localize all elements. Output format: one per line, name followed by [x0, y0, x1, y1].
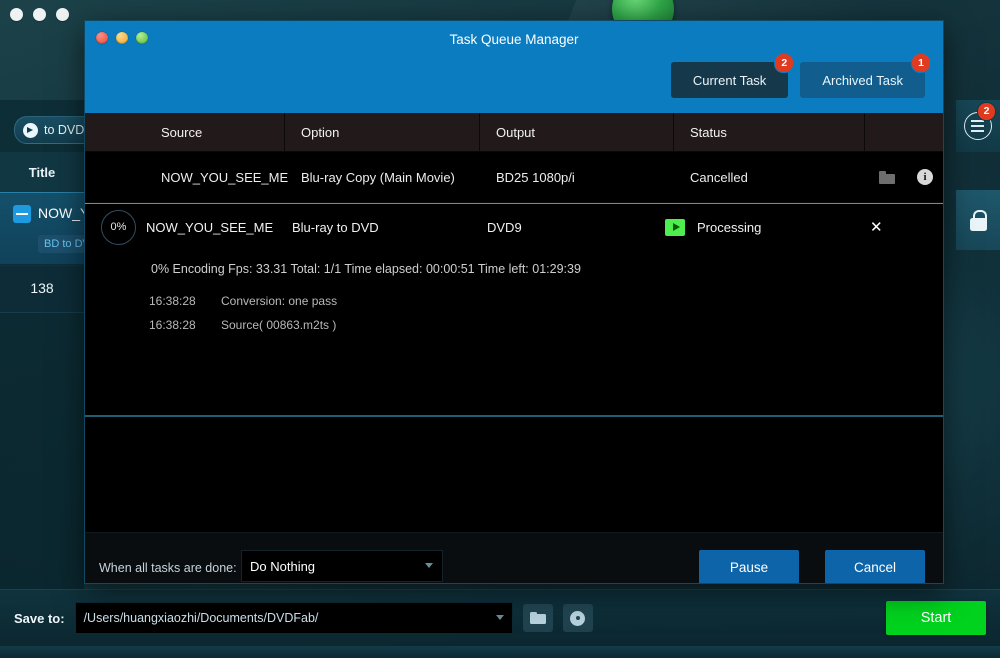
tab-current-task-label: Current Task	[692, 72, 767, 88]
burn-disc-button[interactable]	[562, 604, 593, 632]
title-list-item[interactable]: NOW_Y BD to DV	[0, 192, 96, 266]
cancel-task-icon[interactable]: ✕	[870, 218, 883, 236]
chevron-down-icon	[495, 615, 504, 620]
tab-current-task[interactable]: Current Task 2	[670, 53, 795, 98]
title-list-item-name: NOW_Y	[38, 205, 90, 221]
row-source: NOW_YOU_SEE_ME	[161, 169, 289, 185]
row-status: Cancelled	[690, 169, 748, 185]
save-to-label: Save to:	[14, 610, 65, 626]
row-status: Processing	[697, 219, 762, 235]
save-to-bar: Save to: /Users/huangxiaozhi/Documents/D…	[0, 589, 1000, 646]
row-option: Blu-ray Copy (Main Movie)	[301, 169, 455, 185]
row-output: DVD9	[487, 219, 522, 235]
right-tool-rail: 2	[956, 100, 1000, 600]
log-divider	[85, 415, 943, 416]
dialog-footer: When all tasks are done: Do Nothing Paus…	[85, 532, 943, 583]
progress-ring-value: 0%	[110, 221, 127, 233]
column-header-source[interactable]: Source	[145, 113, 285, 151]
queue-rail-badge: 2	[977, 102, 996, 121]
play-icon[interactable]	[665, 218, 685, 236]
tab-archived-task[interactable]: Archived Task 1	[800, 53, 931, 98]
title-column-header: Title	[0, 152, 84, 193]
log-entry-message: Source( 00863.m2ts )	[221, 318, 337, 332]
dialog-titlebar: Task Queue Manager Current Task 2 Archiv…	[85, 21, 943, 113]
background-window-controls	[10, 8, 69, 21]
browse-folder-button[interactable]	[522, 604, 553, 632]
start-button[interactable]: Start	[886, 601, 986, 635]
pause-button-label: Pause	[729, 559, 769, 575]
log-summary: 0% Encoding Fps: 33.31 Total: 1/1 Time e…	[151, 262, 581, 276]
open-folder-icon[interactable]	[879, 170, 895, 184]
app-footer-strip	[0, 646, 1000, 658]
task-queue-manager-dialog: Task Queue Manager Current Task 2 Archiv…	[84, 20, 944, 584]
cancel-button[interactable]: Cancel	[825, 550, 925, 583]
queue-rail-button[interactable]: 2	[956, 100, 1000, 152]
chevron-down-icon	[425, 563, 433, 568]
column-header-actions	[865, 113, 943, 151]
log-entry-message: Conversion: one pass	[221, 294, 338, 308]
cancel-button-label: Cancel	[853, 559, 897, 575]
log-entry: 16:38:28 Conversion: one pass	[149, 294, 337, 308]
background-window-dot-2[interactable]	[33, 8, 46, 21]
header-lead-spacer	[85, 113, 145, 151]
pause-button[interactable]: Pause	[699, 550, 799, 583]
to-dvd-label: to DVD	[44, 123, 85, 137]
info-icon[interactable]: i	[917, 169, 933, 185]
start-button-label: Start	[920, 610, 952, 626]
title-column-header-label: Title	[28, 164, 56, 180]
folder-icon	[529, 612, 546, 624]
minus-icon[interactable]	[13, 205, 31, 223]
title-count-row[interactable]: 138	[0, 264, 84, 313]
progress-ring: 0%	[101, 209, 136, 245]
dialog-tab-group: Current Task 2 Archived Task 1	[670, 53, 931, 98]
background-window-dot-3[interactable]	[56, 8, 69, 21]
tab-current-task-badge: 2	[774, 53, 795, 73]
queue-table-header: Source Option Output Status	[85, 113, 943, 152]
row-option: Blu-ray to DVD	[292, 219, 379, 235]
lock-icon	[969, 209, 987, 231]
tab-archived-task-badge: 1	[911, 53, 931, 73]
row-source: NOW_YOU_SEE_ME	[146, 219, 274, 235]
table-row[interactable]: NOW_YOU_SEE_ME Blu-ray Copy (Main Movie)…	[85, 152, 943, 203]
tab-archived-task-label: Archived Task	[822, 72, 903, 88]
column-header-option[interactable]: Option	[285, 113, 480, 151]
when-done-label: When all tasks are done:	[99, 561, 237, 575]
task-log-panel: 0% Encoding Fps: 33.31 Total: 1/1 Time e…	[85, 250, 943, 417]
log-entry-time: 16:38:28	[149, 294, 196, 308]
lock-rail-button[interactable]	[956, 190, 1000, 250]
column-header-status[interactable]: Status	[674, 113, 865, 151]
row-actions: i	[865, 169, 943, 185]
table-row[interactable]: 0% NOW_YOU_SEE_ME Blu-ray to DVD DVD9 Pr…	[85, 203, 943, 250]
when-done-value: Do Nothing	[250, 558, 316, 574]
disc-icon	[570, 610, 586, 626]
save-path-value: /Users/huangxiaozhi/Documents/DVDFab/	[83, 611, 319, 625]
dialog-title: Task Queue Manager	[449, 32, 579, 47]
log-entry-time: 16:38:28	[149, 318, 196, 332]
log-entry: 16:38:28 Source( 00863.m2ts )	[149, 318, 336, 332]
disc-arrow-icon	[23, 122, 38, 138]
save-path-input[interactable]: /Users/huangxiaozhi/Documents/DVDFab/	[74, 602, 513, 634]
row-output: BD25 1080p/i	[496, 169, 575, 185]
row-actions: ✕	[856, 218, 943, 236]
empty-task-area	[85, 417, 943, 532]
when-done-select[interactable]: Do Nothing	[241, 550, 443, 582]
title-count-value: 138	[30, 280, 54, 296]
row-status-cell: Processing	[665, 218, 856, 236]
background-window-dot-1[interactable]	[10, 8, 23, 21]
column-header-output[interactable]: Output	[480, 113, 674, 151]
